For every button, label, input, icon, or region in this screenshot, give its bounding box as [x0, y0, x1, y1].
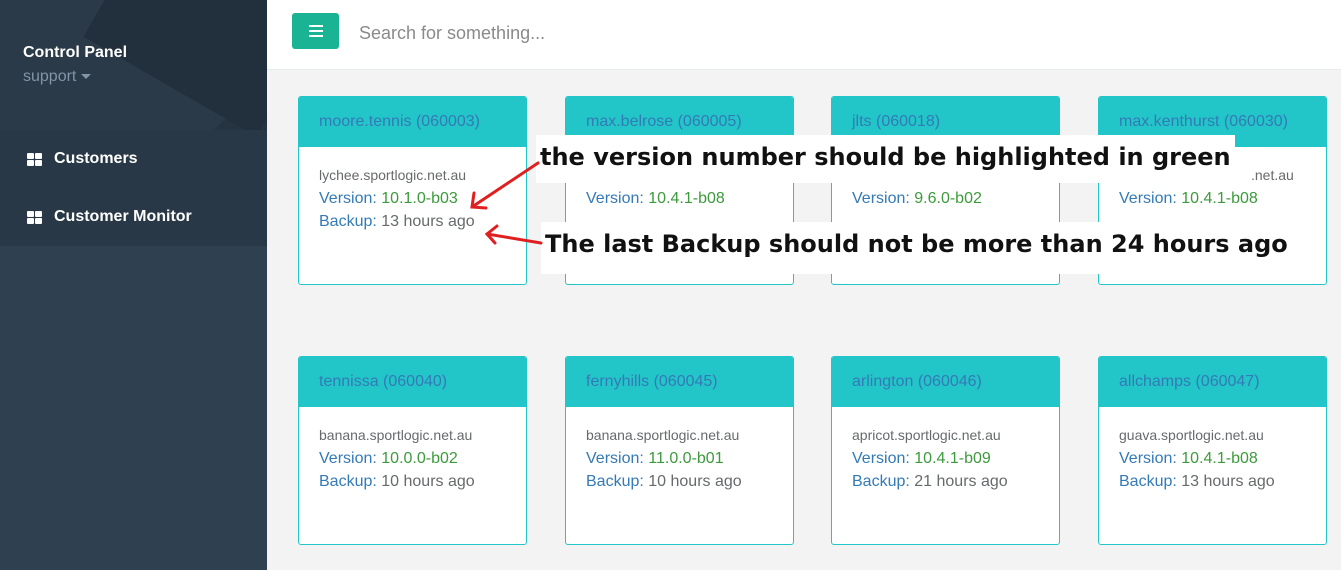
- menu-toggle-button[interactable]: [292, 13, 339, 49]
- sidebar: Control Panel support Customers Customer…: [0, 0, 267, 570]
- hamburger-icon: [308, 25, 323, 27]
- version-value: 11.0.0-b01: [648, 450, 724, 467]
- search-input[interactable]: [359, 18, 959, 48]
- version-value: 10.0.0-b02: [381, 450, 458, 467]
- backup-value: 13 hours ago: [381, 213, 475, 230]
- card-title[interactable]: allchamps (060047): [1099, 357, 1326, 407]
- version-value: 9.6.0-b02: [914, 190, 982, 207]
- card-host: banana.sportlogic.net.au: [319, 427, 473, 443]
- card-host: guava.sportlogic.net.au: [1119, 427, 1264, 443]
- backup-value: 13 hours ago: [1181, 473, 1275, 490]
- sidebar-item-customer-monitor[interactable]: Customer Monitor: [0, 197, 267, 237]
- user-name: support: [23, 68, 77, 85]
- backup-label: Backup:: [852, 473, 910, 490]
- top-bar: [267, 0, 1341, 70]
- version-label: Version:: [586, 450, 644, 467]
- backup-value: 10 hours ago: [648, 473, 742, 490]
- backup-label: Backup:: [319, 213, 377, 230]
- version-label: Version:: [1119, 450, 1177, 467]
- customer-card[interactable]: arlington (060046) apricot.sportlogic.ne…: [831, 356, 1060, 545]
- caret-down-icon: [81, 74, 92, 80]
- backup-label: Backup:: [1119, 473, 1177, 490]
- version-label: Version:: [852, 450, 910, 467]
- sidebar-item-customers[interactable]: Customers: [0, 139, 267, 179]
- card-title[interactable]: arlington (060046): [832, 357, 1059, 407]
- sidebar-profile: Control Panel support: [0, 0, 267, 130]
- version-value: 10.4.1-b08: [648, 190, 725, 207]
- annotation-backup-note: The last Backup should not be more than …: [541, 222, 1288, 274]
- card-title[interactable]: fernyhills (060045): [566, 357, 793, 407]
- user-dropdown[interactable]: support: [23, 68, 92, 86]
- grid-icon: [27, 152, 42, 166]
- version-value: 10.4.1-b08: [1181, 190, 1258, 207]
- version-label: Version:: [319, 190, 377, 207]
- customer-card[interactable]: fernyhills (060045) banana.sportlogic.ne…: [565, 356, 794, 545]
- sidebar-item-label: Customer Monitor: [54, 208, 192, 225]
- card-host: banana.sportlogic.net.au: [586, 427, 740, 443]
- card-title[interactable]: moore.tennis (060003): [299, 97, 526, 147]
- version-label: Version:: [586, 190, 644, 207]
- backup-label: Backup:: [319, 473, 377, 490]
- backup-label: Backup:: [586, 473, 644, 490]
- customer-card[interactable]: moore.tennis (060003) lychee.sportlogic.…: [298, 96, 527, 285]
- backup-value: 21 hours ago: [914, 473, 1008, 490]
- backup-value: 10 hours ago: [381, 473, 475, 490]
- version-label: Version:: [319, 450, 377, 467]
- version-label: Version:: [852, 190, 910, 207]
- app-title: Control Panel: [23, 44, 128, 61]
- card-title[interactable]: tennissa (060040): [299, 357, 526, 407]
- version-value: 10.1.0-b03: [381, 190, 458, 207]
- sidebar-item-label: Customers: [54, 150, 138, 167]
- sidebar-nav-area: Control Panel support Customers Customer…: [0, 0, 267, 246]
- customer-card[interactable]: allchamps (060047) guava.sportlogic.net.…: [1098, 356, 1327, 545]
- grid-icon: [27, 210, 42, 224]
- card-host: lychee.sportlogic.net.au: [319, 167, 467, 183]
- version-value: 10.4.1-b08: [1181, 450, 1258, 467]
- version-value: 10.4.1-b09: [914, 450, 991, 467]
- customer-card[interactable]: tennissa (060040) banana.sportlogic.net.…: [298, 356, 527, 545]
- annotation-version-note: the version number should be highlighted…: [536, 135, 1235, 183]
- version-label: Version:: [1119, 190, 1177, 207]
- card-host: apricot.sportlogic.net.au: [852, 427, 1001, 443]
